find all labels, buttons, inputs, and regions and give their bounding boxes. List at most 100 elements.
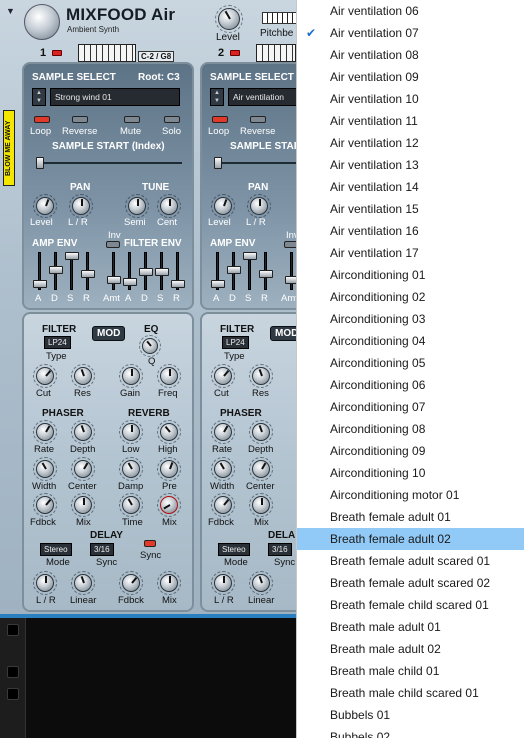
reverb-damp-knob[interactable]: [119, 457, 143, 481]
menu-item[interactable]: Airconditioning 10: [297, 462, 524, 484]
phaser-mix-knob[interactable]: [71, 493, 95, 517]
eq-q-knob[interactable]: [139, 335, 161, 357]
phaser-rate-knob[interactable]: [33, 420, 57, 444]
menu-item[interactable]: Air ventilation 08: [297, 44, 524, 66]
menu-item[interactable]: Air ventilation 15: [297, 198, 524, 220]
level-knob[interactable]: [215, 5, 243, 33]
gain-knob[interactable]: [119, 364, 143, 388]
reverse-button[interactable]: [72, 116, 88, 123]
level-knob-part2[interactable]: [211, 194, 235, 218]
amp-sustain-cap-2[interactable]: [243, 252, 257, 260]
pan-knob-2[interactable]: [247, 194, 271, 218]
amp-release-cap-2[interactable]: [259, 270, 273, 278]
freq-knob[interactable]: [157, 364, 181, 388]
delay-linear-knob-2[interactable]: [249, 571, 273, 595]
delay-mode-display-2[interactable]: Stereo: [218, 543, 250, 556]
filter-amt-cap[interactable]: [107, 276, 121, 284]
menu-item[interactable]: Airconditioning 09: [297, 440, 524, 462]
delay-lr-knob-2[interactable]: [211, 571, 235, 595]
solo-button[interactable]: [164, 116, 180, 123]
amp-attack-cap[interactable]: [33, 280, 47, 288]
menu-item[interactable]: Breath female child scared 01: [297, 594, 524, 616]
menu-item[interactable]: Airconditioning motor 01: [297, 484, 524, 506]
menu-item[interactable]: Air ventilation 13: [297, 154, 524, 176]
sample-start-handle-2[interactable]: [214, 157, 222, 169]
menu-item[interactable]: Air ventilation 06: [297, 0, 524, 22]
inv-button-2[interactable]: [284, 241, 296, 248]
phaser-depth-knob-2[interactable]: [249, 420, 273, 444]
menu-item[interactable]: Bubbels 01: [297, 704, 524, 726]
menu-item[interactable]: Breath female adult 01: [297, 506, 524, 528]
sample-start-handle[interactable]: [36, 157, 44, 169]
part-1-key-range[interactable]: [78, 44, 136, 62]
menu-item[interactable]: Airconditioning 01: [297, 264, 524, 286]
menu-item[interactable]: Breath female adult scared 02: [297, 572, 524, 594]
part-2-led[interactable]: [230, 50, 240, 56]
reverb-high-knob[interactable]: [157, 420, 181, 444]
menu-item[interactable]: Air ventilation 11: [297, 110, 524, 132]
menu-item[interactable]: ✔ Air ventilation 07: [297, 22, 524, 44]
filter-decay-cap[interactable]: [139, 268, 153, 276]
phaser-center-knob-2[interactable]: [249, 457, 273, 481]
phaser-width-knob-2[interactable]: [211, 457, 235, 481]
menu-item[interactable]: Air ventilation 14: [297, 176, 524, 198]
part-1-led[interactable]: [52, 50, 62, 56]
inv-button[interactable]: [106, 241, 120, 248]
phaser-center-knob[interactable]: [71, 457, 95, 481]
phaser-fdbck-knob[interactable]: [33, 493, 57, 517]
filter-attack-cap[interactable]: [123, 278, 137, 286]
reverb-mix-knob[interactable]: [157, 493, 181, 517]
delay-sync-display[interactable]: 3/16: [90, 543, 114, 556]
mod-button-2[interactable]: MOD: [270, 326, 296, 341]
filter-sustain-cap[interactable]: [155, 268, 169, 276]
cut-knob-2[interactable]: [211, 364, 235, 388]
reverb-time-knob[interactable]: [119, 493, 143, 517]
pan-knob[interactable]: [69, 194, 93, 218]
menu-item[interactable]: Air ventilation 12: [297, 132, 524, 154]
delay-sync-button[interactable]: [144, 540, 156, 547]
level-knob-part1[interactable]: [33, 194, 57, 218]
sample-name-display-2[interactable]: Air ventilation: [228, 88, 296, 106]
delay-lr-knob[interactable]: [33, 571, 57, 595]
sample-spinner-2[interactable]: ▲ ▼: [210, 88, 224, 106]
menu-item[interactable]: Breath male child 01: [297, 660, 524, 682]
delay-fdbck-knob[interactable]: [119, 571, 143, 595]
filter-type-display[interactable]: LP24: [44, 336, 71, 349]
cent-knob[interactable]: [157, 194, 181, 218]
menu-item[interactable]: Airconditioning 08: [297, 418, 524, 440]
reverb-pre-knob[interactable]: [157, 457, 181, 481]
sample-spinner[interactable]: ▲ ▼: [32, 88, 46, 106]
menu-item[interactable]: Airconditioning 07: [297, 396, 524, 418]
phaser-rate-knob-2[interactable]: [211, 420, 235, 444]
filter-amt-fader[interactable]: [112, 252, 115, 290]
mute-button[interactable]: [124, 116, 140, 123]
semi-knob[interactable]: [125, 194, 149, 218]
amp-sustain-cap[interactable]: [65, 252, 79, 260]
filter-type-display-2[interactable]: LP24: [222, 336, 249, 349]
sample-start-track[interactable]: [38, 162, 182, 164]
res-knob-2[interactable]: [249, 364, 273, 388]
menu-item[interactable]: Bubbels 02: [297, 726, 524, 738]
menu-item[interactable]: Airconditioning 06: [297, 374, 524, 396]
sample-dropdown-menu[interactable]: Air ventilation 06 ✔ Air ventilation 07 Air…: [296, 0, 524, 738]
menu-item[interactable]: Air ventilation 17: [297, 242, 524, 264]
reverb-low-knob[interactable]: [119, 420, 143, 444]
menu-item[interactable]: Breath male adult 02: [297, 638, 524, 660]
phaser-width-knob[interactable]: [33, 457, 57, 481]
loop-button[interactable]: [34, 116, 50, 123]
amp-decay-cap-2[interactable]: [227, 266, 241, 274]
phaser-depth-knob[interactable]: [71, 420, 95, 444]
menu-item[interactable]: Airconditioning 02: [297, 286, 524, 308]
delay-mix-knob[interactable]: [157, 571, 181, 595]
reverse-button-2[interactable]: [250, 116, 266, 123]
menu-item[interactable]: Airconditioning 05: [297, 352, 524, 374]
cut-knob[interactable]: [33, 364, 57, 388]
res-knob[interactable]: [71, 364, 95, 388]
phaser-mix-knob-2[interactable]: [249, 493, 273, 517]
menu-item[interactable]: Breath female adult 02: [297, 528, 524, 550]
filter-amt-fader-2[interactable]: [290, 252, 293, 290]
delay-sync-display-2[interactable]: 3/16: [268, 543, 292, 556]
collapse-arrow-icon[interactable]: ▼: [6, 6, 15, 16]
loop-button-2[interactable]: [212, 116, 228, 123]
sample-start-track-2[interactable]: [216, 162, 296, 164]
